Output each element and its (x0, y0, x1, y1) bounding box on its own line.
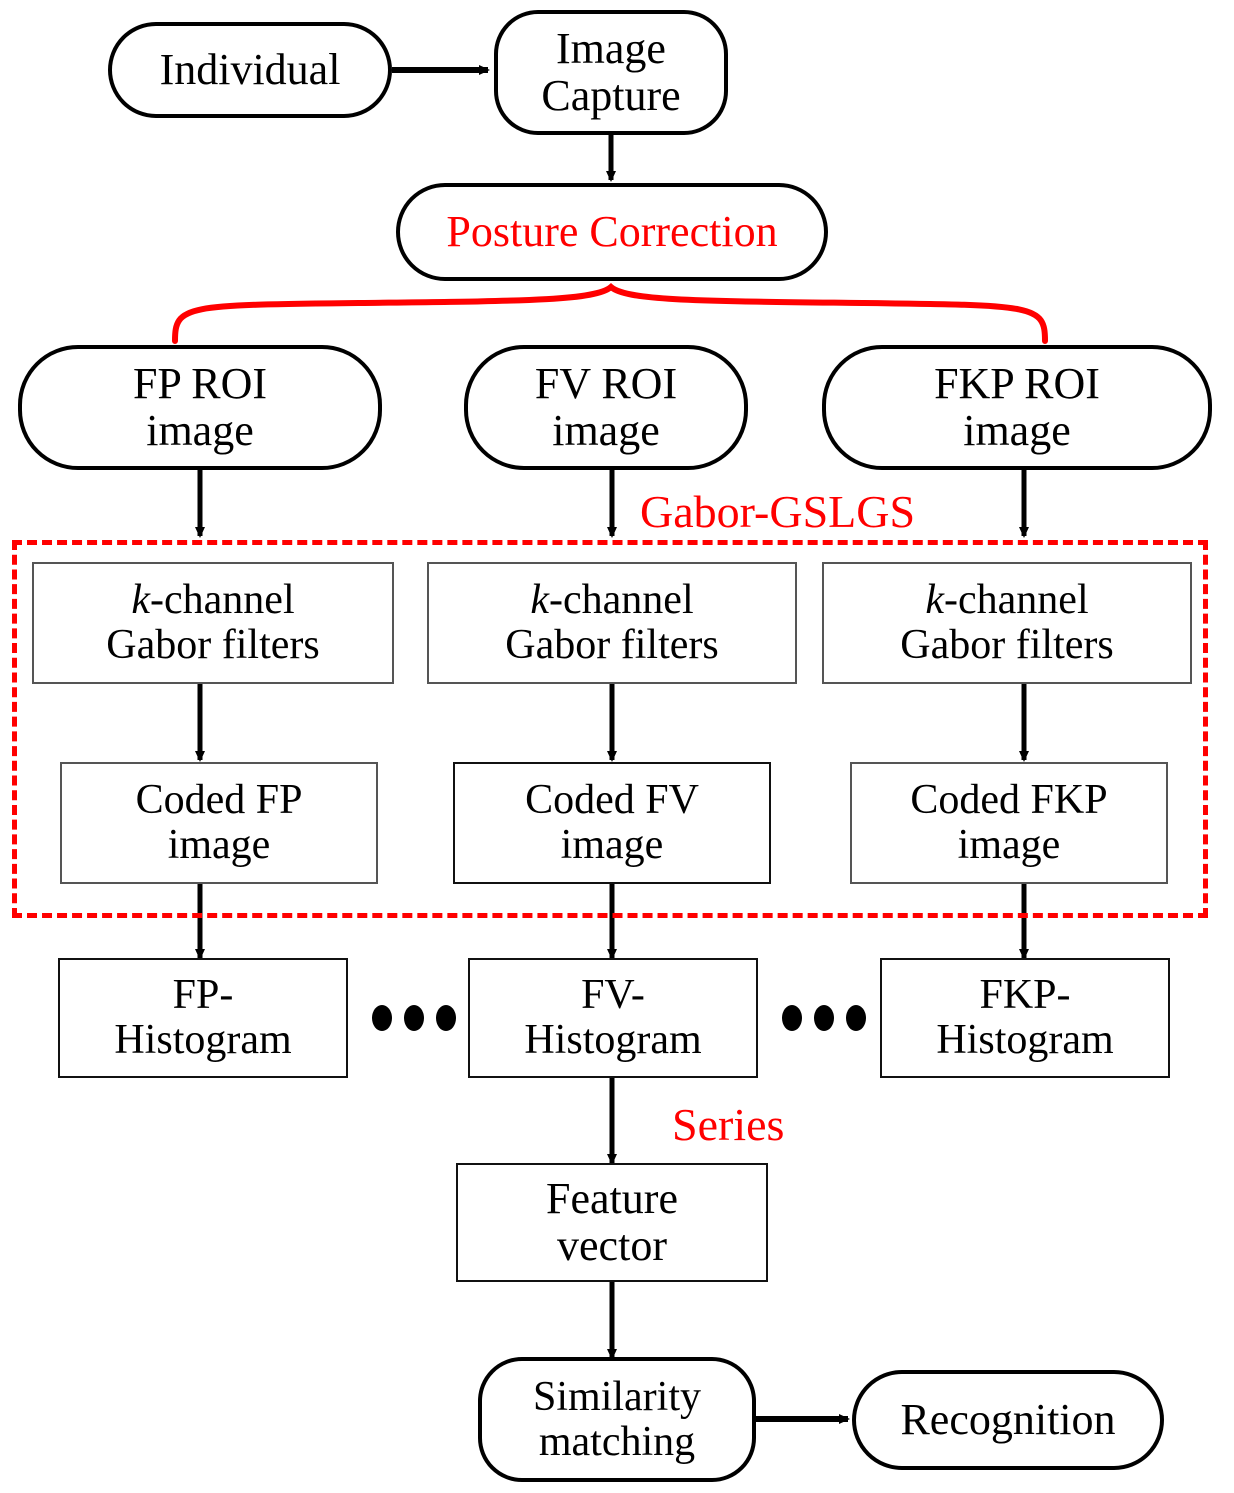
node-fp-roi-image[interactable]: FP ROI image (18, 345, 382, 470)
node-fv-roi-image[interactable]: FV ROI image (464, 345, 748, 470)
node-individual[interactable]: Individual (108, 22, 392, 118)
node-coded-fkp-text: Coded FKP image (910, 778, 1107, 867)
node-similarity-matching[interactable]: Similarity matching (478, 1357, 756, 1482)
node-feature-vector[interactable]: Feature vector (456, 1163, 768, 1282)
annotation-series-text: Series (672, 1099, 785, 1150)
node-gabor-filters-fv-line1-rest: -channel (549, 577, 694, 624)
node-gabor-filters-fp-line1-rest: -channel (150, 577, 295, 624)
node-fkp-roi-line1: FKP ROI (934, 358, 1100, 408)
node-recognition[interactable]: Recognition (852, 1370, 1164, 1470)
node-individual-label: Individual (159, 44, 341, 94)
node-fkp-histogram[interactable]: FKP- Histogram (880, 958, 1170, 1078)
ellipsis-dot (782, 1005, 802, 1031)
node-coded-fv-line1: Coded FV (525, 777, 699, 824)
node-coded-fp-text: Coded FP image (136, 778, 303, 867)
node-coded-fkp-line1: Coded FKP (910, 777, 1108, 824)
flowchart-canvas: Individual Image Capture Posture Correct… (0, 0, 1234, 1493)
ellipsis-right (782, 1005, 866, 1031)
node-posture-correction[interactable]: Posture Correction (396, 183, 828, 281)
node-similarity-matching-line2: matching (538, 1418, 696, 1465)
k-symbol: k (131, 577, 151, 624)
node-fp-histogram-line1: FP- (172, 972, 234, 1019)
node-similarity-matching-line1: Similarity (533, 1373, 701, 1420)
node-posture-correction-label: Posture Correction (446, 206, 778, 256)
node-fv-histogram[interactable]: FV- Histogram (468, 958, 758, 1078)
node-gabor-filters-fv-line1: k-channel (505, 578, 718, 623)
node-image-capture[interactable]: Image Capture (494, 10, 728, 135)
k-symbol: k (530, 577, 550, 624)
ellipsis-dot (436, 1005, 456, 1031)
node-fp-histogram-text: FP- Histogram (114, 973, 291, 1062)
node-fkp-histogram-line2: Histogram (936, 1017, 1114, 1063)
node-coded-fv-line2: image (560, 822, 664, 868)
ellipsis-dot (404, 1005, 424, 1031)
node-image-capture-line2: Capture (541, 70, 681, 120)
node-coded-fkp-image[interactable]: Coded FKP image (850, 762, 1168, 884)
node-fp-roi-line1: FP ROI (132, 358, 268, 408)
node-image-capture-text: Image Capture (541, 23, 681, 120)
node-fv-histogram-line1: FV- (581, 972, 645, 1019)
node-feature-vector-line1: Feature (546, 1173, 678, 1223)
node-coded-fp-line2: image (167, 822, 271, 868)
node-coded-fp-line1: Coded FP (135, 777, 303, 824)
node-gabor-filters-fkp-line1: k-channel (900, 578, 1113, 623)
node-gabor-filters-fv-text: k-channel Gabor filters (505, 578, 718, 667)
annotation-gabor-gslgs-text: Gabor-GSLGS (640, 486, 916, 537)
node-coded-fv-image[interactable]: Coded FV image (453, 762, 771, 884)
red-brace-split (172, 283, 1048, 344)
annotation-gabor-gslgs: Gabor-GSLGS (640, 485, 915, 538)
node-fv-histogram-text: FV- Histogram (524, 973, 701, 1062)
node-fp-histogram[interactable]: FP- Histogram (58, 958, 348, 1078)
node-fkp-histogram-line1: FKP- (979, 972, 1071, 1019)
node-fkp-roi-text: FKP ROI image (934, 358, 1100, 455)
node-gabor-filters-fv-line2: Gabor filters (505, 622, 719, 668)
node-fv-roi-text: FV ROI image (534, 358, 678, 455)
ellipsis-dot (814, 1005, 834, 1031)
node-fv-roi-line2: image (552, 405, 660, 455)
node-coded-fkp-line2: image (957, 822, 1061, 868)
node-fv-histogram-line2: Histogram (524, 1017, 702, 1063)
node-gabor-filters-fkp-line1-rest: -channel (944, 577, 1089, 624)
k-symbol: k (925, 577, 945, 624)
node-fp-roi-line2: image (146, 405, 254, 455)
node-fkp-histogram-text: FKP- Histogram (936, 973, 1113, 1062)
ellipsis-left (372, 1005, 456, 1031)
node-gabor-filters-fkp-line2: Gabor filters (900, 622, 1114, 668)
node-coded-fp-image[interactable]: Coded FP image (60, 762, 378, 884)
node-gabor-filters-fp-line1: k-channel (106, 578, 319, 623)
ellipsis-dot (846, 1005, 866, 1031)
node-gabor-filters-fkp-text: k-channel Gabor filters (900, 578, 1113, 667)
node-similarity-matching-text: Similarity matching (533, 1375, 701, 1464)
node-recognition-label: Recognition (900, 1394, 1116, 1444)
node-fp-histogram-line2: Histogram (114, 1017, 292, 1063)
annotation-series: Series (672, 1098, 784, 1151)
node-fp-roi-text: FP ROI image (132, 358, 268, 455)
node-fkp-roi-image[interactable]: FKP ROI image (822, 345, 1212, 470)
node-gabor-filters-fp-line2: Gabor filters (106, 622, 320, 668)
node-coded-fv-text: Coded FV image (525, 778, 699, 867)
node-gabor-filters-fp-text: k-channel Gabor filters (106, 578, 319, 667)
node-fkp-roi-line2: image (963, 405, 1071, 455)
node-gabor-filters-fkp[interactable]: k-channel Gabor filters (822, 562, 1192, 684)
node-fv-roi-line1: FV ROI (534, 358, 678, 408)
node-gabor-filters-fv[interactable]: k-channel Gabor filters (427, 562, 797, 684)
node-feature-vector-text: Feature vector (546, 1173, 678, 1270)
node-image-capture-line1: Image (556, 23, 666, 73)
node-feature-vector-line2: vector (557, 1220, 667, 1270)
ellipsis-dot (372, 1005, 392, 1031)
node-gabor-filters-fp[interactable]: k-channel Gabor filters (32, 562, 394, 684)
